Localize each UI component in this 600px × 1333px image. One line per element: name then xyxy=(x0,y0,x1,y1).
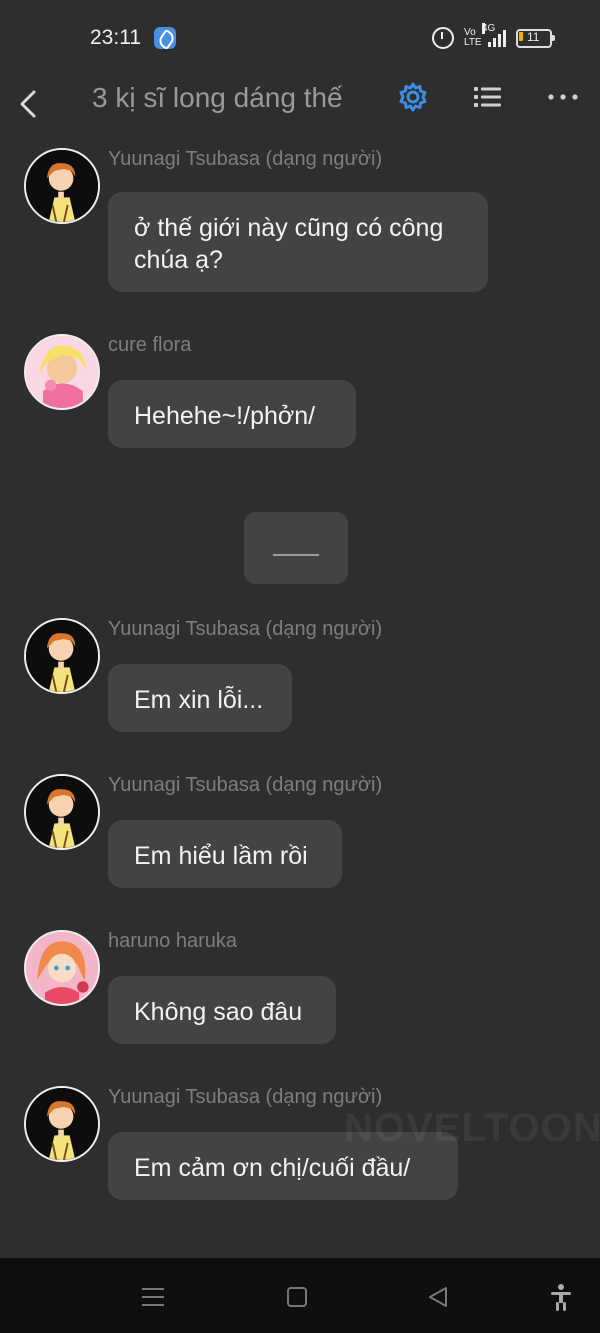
sender-name: Yuunagi Tsubasa (dạng người) xyxy=(108,774,383,796)
chat-title: 3 kị sĩ long dáng thế xyxy=(92,82,343,113)
message-bubble[interactable]: Hehehe~!/phởn/ xyxy=(108,380,356,448)
list-icon xyxy=(474,87,501,107)
home-square-icon xyxy=(287,1287,307,1307)
tsubasa-avatar xyxy=(26,150,98,222)
back-arrow-icon xyxy=(20,90,36,118)
chat-header: 3 kị sĩ long dáng thế xyxy=(0,72,600,134)
message-bubble[interactable]: ở thế giới này cũng có công chúa ạ? xyxy=(108,192,488,292)
message-bubble-empty[interactable] xyxy=(244,512,348,584)
sender-name: cure flora xyxy=(108,334,192,356)
more-button[interactable] xyxy=(546,82,580,112)
accessibility-icon xyxy=(551,1284,571,1311)
message-bubble[interactable]: Em xin lỗi... xyxy=(108,664,292,732)
back-button[interactable] xyxy=(14,78,48,126)
more-icon xyxy=(548,94,578,100)
avatar[interactable] xyxy=(24,334,100,410)
system-nav-bar xyxy=(0,1258,600,1333)
network-label: 4G xyxy=(482,23,496,34)
sender-name: haruno haruka xyxy=(108,930,237,952)
alarm-icon xyxy=(432,27,454,49)
gear-icon xyxy=(399,82,427,112)
haruka-avatar xyxy=(26,932,98,1004)
sender-name: Yuunagi Tsubasa (dạng người) xyxy=(108,148,383,170)
status-time: 23:11 xyxy=(90,26,141,49)
avatar[interactable] xyxy=(24,774,100,850)
message-bubble[interactable]: Em hiểu lầm rồi xyxy=(108,820,342,888)
accessibility-button[interactable] xyxy=(546,1282,576,1312)
message-bubble[interactable]: Không sao đâu xyxy=(108,976,336,1044)
status-icons: Vo LTE 4G 11 xyxy=(432,23,555,50)
dash-line xyxy=(273,554,319,556)
tsubasa-avatar xyxy=(26,776,98,848)
recent-apps-button[interactable] xyxy=(138,1282,168,1312)
cure-flora-avatar xyxy=(26,336,98,408)
watermark: NOVELTOON xyxy=(344,1106,600,1150)
avatar[interactable] xyxy=(24,930,100,1006)
menu-icon xyxy=(142,1288,164,1306)
app-notification-icon xyxy=(154,27,176,49)
back-triangle-icon xyxy=(429,1287,447,1307)
settings-button[interactable] xyxy=(396,80,430,114)
tsubasa-avatar xyxy=(26,1088,98,1160)
home-button[interactable] xyxy=(282,1282,312,1312)
avatar[interactable] xyxy=(24,618,100,694)
signal-icon: 4G xyxy=(482,23,506,47)
chat-area[interactable]: Yuunagi Tsubasa (dạng người) ở thế giới … xyxy=(0,134,600,1258)
chapter-list-button[interactable] xyxy=(472,82,504,112)
sender-name: Yuunagi Tsubasa (dạng người) xyxy=(108,618,383,640)
avatar[interactable] xyxy=(24,1086,100,1162)
avatar[interactable] xyxy=(24,148,100,224)
status-bar: 23:11 Vo LTE 4G 11 xyxy=(0,0,600,72)
sender-name: Yuunagi Tsubasa (dạng người) xyxy=(108,1086,383,1108)
battery-level: 11 xyxy=(527,29,540,44)
battery-icon: 11 xyxy=(516,28,555,48)
volte-icon: Vo LTE xyxy=(464,27,482,48)
tsubasa-avatar xyxy=(26,620,98,692)
nav-back-button[interactable] xyxy=(424,1282,454,1312)
